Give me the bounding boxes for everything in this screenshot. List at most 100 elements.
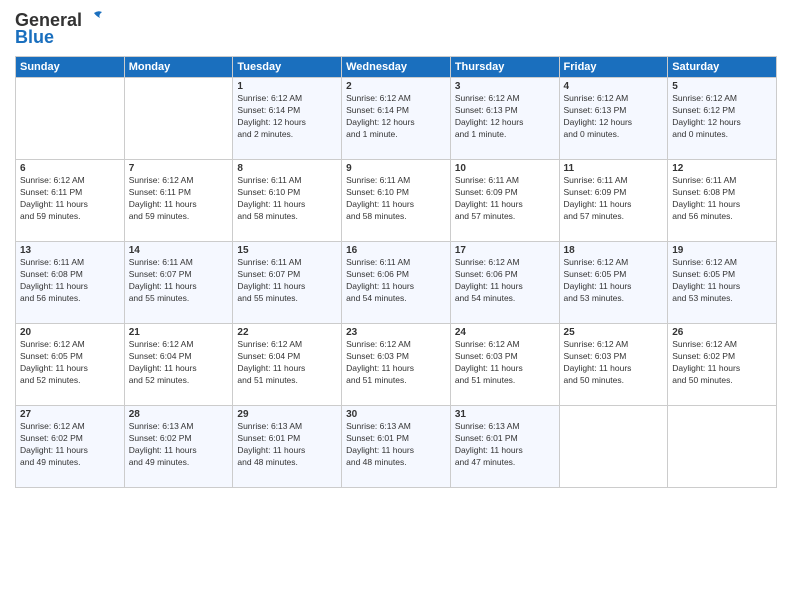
header-day: Sunday bbox=[16, 57, 125, 78]
day-info: Sunrise: 6:12 AM Sunset: 6:03 PM Dayligh… bbox=[346, 339, 446, 387]
calendar-cell: 23Sunrise: 6:12 AM Sunset: 6:03 PM Dayli… bbox=[342, 324, 451, 406]
day-info: Sunrise: 6:11 AM Sunset: 6:10 PM Dayligh… bbox=[237, 175, 337, 223]
day-info: Sunrise: 6:12 AM Sunset: 6:05 PM Dayligh… bbox=[564, 257, 664, 305]
day-info: Sunrise: 6:13 AM Sunset: 6:01 PM Dayligh… bbox=[237, 421, 337, 469]
calendar-week-row: 13Sunrise: 6:11 AM Sunset: 6:08 PM Dayli… bbox=[16, 242, 777, 324]
header-day: Wednesday bbox=[342, 57, 451, 78]
day-number: 22 bbox=[237, 327, 337, 338]
calendar-body: 1Sunrise: 6:12 AM Sunset: 6:14 PM Daylig… bbox=[16, 78, 777, 488]
day-info: Sunrise: 6:12 AM Sunset: 6:02 PM Dayligh… bbox=[672, 339, 772, 387]
calendar-cell bbox=[124, 78, 233, 160]
calendar-cell: 1Sunrise: 6:12 AM Sunset: 6:14 PM Daylig… bbox=[233, 78, 342, 160]
day-number: 9 bbox=[346, 163, 446, 174]
header-row: SundayMondayTuesdayWednesdayThursdayFrid… bbox=[16, 57, 777, 78]
day-info: Sunrise: 6:11 AM Sunset: 6:06 PM Dayligh… bbox=[346, 257, 446, 305]
calendar-cell: 24Sunrise: 6:12 AM Sunset: 6:03 PM Dayli… bbox=[450, 324, 559, 406]
day-number: 11 bbox=[564, 163, 664, 174]
page: General Blue SundayMondayTuesdayWednesda… bbox=[0, 0, 792, 612]
day-number: 15 bbox=[237, 245, 337, 256]
calendar-header: SundayMondayTuesdayWednesdayThursdayFrid… bbox=[16, 57, 777, 78]
day-number: 16 bbox=[346, 245, 446, 256]
calendar-cell: 7Sunrise: 6:12 AM Sunset: 6:11 PM Daylig… bbox=[124, 160, 233, 242]
calendar-cell: 29Sunrise: 6:13 AM Sunset: 6:01 PM Dayli… bbox=[233, 406, 342, 488]
day-info: Sunrise: 6:12 AM Sunset: 6:14 PM Dayligh… bbox=[237, 93, 337, 141]
day-info: Sunrise: 6:13 AM Sunset: 6:02 PM Dayligh… bbox=[129, 421, 229, 469]
day-info: Sunrise: 6:12 AM Sunset: 6:05 PM Dayligh… bbox=[20, 339, 120, 387]
day-number: 26 bbox=[672, 327, 772, 338]
calendar-cell: 15Sunrise: 6:11 AM Sunset: 6:07 PM Dayli… bbox=[233, 242, 342, 324]
day-info: Sunrise: 6:12 AM Sunset: 6:12 PM Dayligh… bbox=[672, 93, 772, 141]
calendar-cell: 25Sunrise: 6:12 AM Sunset: 6:03 PM Dayli… bbox=[559, 324, 668, 406]
calendar-cell bbox=[559, 406, 668, 488]
calendar-cell: 22Sunrise: 6:12 AM Sunset: 6:04 PM Dayli… bbox=[233, 324, 342, 406]
day-number: 20 bbox=[20, 327, 120, 338]
calendar-cell: 4Sunrise: 6:12 AM Sunset: 6:13 PM Daylig… bbox=[559, 78, 668, 160]
logo: General Blue bbox=[15, 10, 106, 48]
day-info: Sunrise: 6:11 AM Sunset: 6:08 PM Dayligh… bbox=[20, 257, 120, 305]
calendar-cell: 21Sunrise: 6:12 AM Sunset: 6:04 PM Dayli… bbox=[124, 324, 233, 406]
day-info: Sunrise: 6:11 AM Sunset: 6:09 PM Dayligh… bbox=[455, 175, 555, 223]
day-number: 29 bbox=[237, 409, 337, 420]
day-number: 27 bbox=[20, 409, 120, 420]
header-day: Monday bbox=[124, 57, 233, 78]
header-day: Thursday bbox=[450, 57, 559, 78]
day-number: 30 bbox=[346, 409, 446, 420]
calendar-cell: 19Sunrise: 6:12 AM Sunset: 6:05 PM Dayli… bbox=[668, 242, 777, 324]
day-number: 13 bbox=[20, 245, 120, 256]
day-info: Sunrise: 6:12 AM Sunset: 6:03 PM Dayligh… bbox=[564, 339, 664, 387]
calendar-cell: 26Sunrise: 6:12 AM Sunset: 6:02 PM Dayli… bbox=[668, 324, 777, 406]
day-number: 21 bbox=[129, 327, 229, 338]
calendar-cell: 3Sunrise: 6:12 AM Sunset: 6:13 PM Daylig… bbox=[450, 78, 559, 160]
day-info: Sunrise: 6:12 AM Sunset: 6:02 PM Dayligh… bbox=[20, 421, 120, 469]
calendar-cell bbox=[16, 78, 125, 160]
day-number: 10 bbox=[455, 163, 555, 174]
day-info: Sunrise: 6:12 AM Sunset: 6:06 PM Dayligh… bbox=[455, 257, 555, 305]
calendar-cell: 11Sunrise: 6:11 AM Sunset: 6:09 PM Dayli… bbox=[559, 160, 668, 242]
logo-bird-icon bbox=[84, 8, 106, 30]
day-info: Sunrise: 6:12 AM Sunset: 6:11 PM Dayligh… bbox=[129, 175, 229, 223]
day-number: 6 bbox=[20, 163, 120, 174]
header-day: Saturday bbox=[668, 57, 777, 78]
day-number: 24 bbox=[455, 327, 555, 338]
day-number: 17 bbox=[455, 245, 555, 256]
day-info: Sunrise: 6:13 AM Sunset: 6:01 PM Dayligh… bbox=[346, 421, 446, 469]
calendar-cell: 6Sunrise: 6:12 AM Sunset: 6:11 PM Daylig… bbox=[16, 160, 125, 242]
calendar-cell: 10Sunrise: 6:11 AM Sunset: 6:09 PM Dayli… bbox=[450, 160, 559, 242]
calendar-cell: 28Sunrise: 6:13 AM Sunset: 6:02 PM Dayli… bbox=[124, 406, 233, 488]
calendar-cell: 27Sunrise: 6:12 AM Sunset: 6:02 PM Dayli… bbox=[16, 406, 125, 488]
header-day: Tuesday bbox=[233, 57, 342, 78]
calendar-cell: 13Sunrise: 6:11 AM Sunset: 6:08 PM Dayli… bbox=[16, 242, 125, 324]
day-number: 19 bbox=[672, 245, 772, 256]
header-day: Friday bbox=[559, 57, 668, 78]
calendar-cell bbox=[668, 406, 777, 488]
day-number: 1 bbox=[237, 81, 337, 92]
day-info: Sunrise: 6:13 AM Sunset: 6:01 PM Dayligh… bbox=[455, 421, 555, 469]
calendar-cell: 14Sunrise: 6:11 AM Sunset: 6:07 PM Dayli… bbox=[124, 242, 233, 324]
calendar-week-row: 1Sunrise: 6:12 AM Sunset: 6:14 PM Daylig… bbox=[16, 78, 777, 160]
calendar-cell: 20Sunrise: 6:12 AM Sunset: 6:05 PM Dayli… bbox=[16, 324, 125, 406]
header: General Blue bbox=[15, 10, 777, 48]
calendar-cell: 5Sunrise: 6:12 AM Sunset: 6:12 PM Daylig… bbox=[668, 78, 777, 160]
calendar-cell: 12Sunrise: 6:11 AM Sunset: 6:08 PM Dayli… bbox=[668, 160, 777, 242]
day-number: 4 bbox=[564, 81, 664, 92]
calendar-table: SundayMondayTuesdayWednesdayThursdayFrid… bbox=[15, 56, 777, 488]
day-number: 5 bbox=[672, 81, 772, 92]
day-number: 23 bbox=[346, 327, 446, 338]
day-info: Sunrise: 6:12 AM Sunset: 6:11 PM Dayligh… bbox=[20, 175, 120, 223]
calendar-cell: 9Sunrise: 6:11 AM Sunset: 6:10 PM Daylig… bbox=[342, 160, 451, 242]
day-number: 14 bbox=[129, 245, 229, 256]
day-number: 8 bbox=[237, 163, 337, 174]
calendar-cell: 2Sunrise: 6:12 AM Sunset: 6:14 PM Daylig… bbox=[342, 78, 451, 160]
calendar-cell: 31Sunrise: 6:13 AM Sunset: 6:01 PM Dayli… bbox=[450, 406, 559, 488]
day-number: 18 bbox=[564, 245, 664, 256]
day-number: 25 bbox=[564, 327, 664, 338]
day-info: Sunrise: 6:11 AM Sunset: 6:10 PM Dayligh… bbox=[346, 175, 446, 223]
calendar-cell: 16Sunrise: 6:11 AM Sunset: 6:06 PM Dayli… bbox=[342, 242, 451, 324]
calendar-cell: 17Sunrise: 6:12 AM Sunset: 6:06 PM Dayli… bbox=[450, 242, 559, 324]
calendar-week-row: 20Sunrise: 6:12 AM Sunset: 6:05 PM Dayli… bbox=[16, 324, 777, 406]
day-info: Sunrise: 6:12 AM Sunset: 6:13 PM Dayligh… bbox=[564, 93, 664, 141]
day-info: Sunrise: 6:11 AM Sunset: 6:07 PM Dayligh… bbox=[129, 257, 229, 305]
calendar-week-row: 6Sunrise: 6:12 AM Sunset: 6:11 PM Daylig… bbox=[16, 160, 777, 242]
calendar-cell: 30Sunrise: 6:13 AM Sunset: 6:01 PM Dayli… bbox=[342, 406, 451, 488]
day-info: Sunrise: 6:11 AM Sunset: 6:09 PM Dayligh… bbox=[564, 175, 664, 223]
